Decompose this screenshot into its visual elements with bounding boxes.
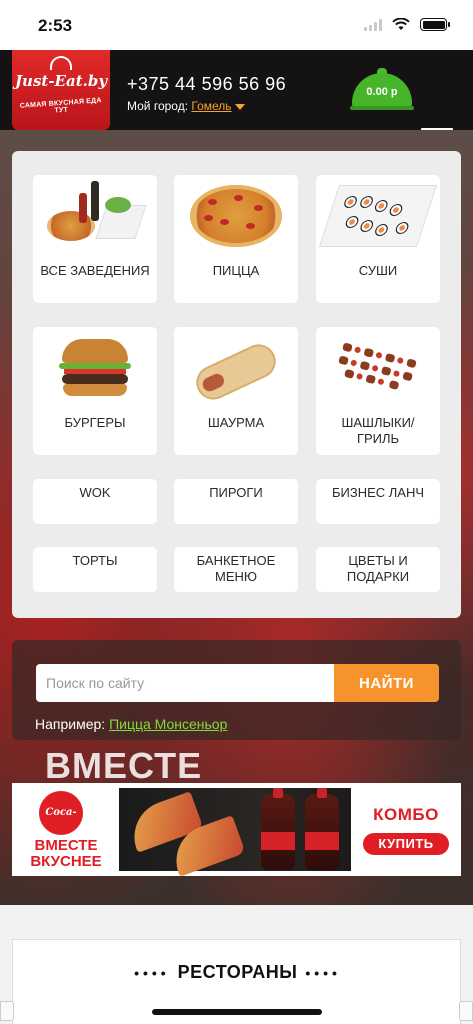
category-all[interactable]: ВСЕ ЗАВЕДЕНИЯ [33, 175, 157, 303]
cart-total: 0.00 р [366, 86, 398, 98]
banner-slogan: ВМЕСТЕ ВКУСНЕЕ [16, 838, 116, 870]
bottle-image [305, 788, 339, 870]
category-shawarma[interactable]: ШАУРМА [174, 327, 298, 455]
home-indicator[interactable] [152, 1009, 322, 1015]
restaurants-section: •••• РЕСТОРАНЫ •••• [0, 905, 473, 1024]
carousel-prev-button[interactable] [0, 1001, 14, 1021]
decorative-dots: •••• [305, 965, 341, 982]
search-button[interactable]: НАЙТИ [334, 664, 439, 702]
background-slogan: ВМЕСТЕ [45, 745, 203, 786]
banner-slogan-line1: ВМЕСТЕ [34, 837, 98, 854]
search-panel: НАЙТИ Например: Пицца Монсеньор [12, 640, 461, 740]
example-label: Например: [35, 716, 106, 732]
cart-cloche-base [350, 106, 414, 110]
example-link[interactable]: Пицца Монсеньор [109, 716, 227, 732]
banner-combo-text: КОМБО [373, 805, 439, 824]
restaurants-heading: •••• РЕСТОРАНЫ •••• [13, 962, 462, 983]
all-restaurants-icon [47, 181, 147, 243]
category-label: ТОРТЫ [72, 553, 118, 568]
logo-name: Just-Eat.by [14, 72, 108, 90]
cloche-icon [50, 56, 72, 70]
site-logo[interactable]: Just-Eat.by САМАЯ ВКУСНАЯ ЕДА ТУТ [12, 50, 110, 130]
category-label: БИЗНЕС ЛАНЧ [331, 485, 425, 500]
coca-cola-logo: Coca-Cola [39, 791, 83, 862]
phone-number[interactable]: +375 44 596 56 96 [127, 74, 286, 95]
category-sushi[interactable]: СУШИ [316, 175, 440, 303]
category-banquet[interactable]: БАНКЕТНОЕ МЕНЮ [174, 547, 298, 592]
status-icons [364, 18, 450, 31]
bottle-image [261, 788, 295, 870]
decorative-dots: •••• [134, 965, 170, 982]
banner-slogan-line2: ВКУСНЕЕ [30, 853, 102, 870]
category-label: ПИЦЦА [212, 263, 260, 278]
category-label: ШАШЛЫКИ/ ГРИЛЬ [341, 415, 415, 446]
shawarma-icon [190, 338, 282, 406]
city-selector: Мой город: Гомель [127, 99, 245, 113]
category-label: БУРГЕРЫ [64, 415, 126, 430]
category-grill[interactable]: ШАШЛЫКИ/ ГРИЛЬ [316, 327, 440, 455]
logo-tagline: САМАЯ ВКУСНАЯ ЕДА ТУТ [19, 97, 102, 115]
cart-button[interactable]: 0.00 р [350, 68, 414, 112]
sushi-icon [318, 185, 438, 247]
category-label: БАНКЕТНОЕ МЕНЮ [196, 553, 276, 584]
category-flowers-gifts[interactable]: ЦВЕТЫ И ПОДАРКИ [316, 547, 440, 592]
category-label: ЦВЕТЫ И ПОДАРКИ [346, 553, 410, 584]
category-wok[interactable]: WOK [33, 479, 157, 524]
category-cakes[interactable]: ТОРТЫ [33, 547, 157, 592]
status-time: 2:53 [38, 16, 73, 35]
category-label: ПИРОГИ [209, 485, 263, 500]
status-bar: 2:53 [0, 0, 473, 50]
grill-icon [332, 342, 424, 390]
banner-buy-button[interactable]: КУПИТЬ [363, 833, 449, 855]
category-burgers[interactable]: БУРГЕРЫ [33, 327, 157, 455]
signal-icon [364, 18, 382, 31]
category-label: ШАУРМА [207, 415, 265, 430]
category-label: ВСЕ ЗАВЕДЕНИЯ [40, 263, 150, 278]
search-example: Например: Пицца Монсеньор [35, 716, 227, 732]
category-pies[interactable]: ПИРОГИ [174, 479, 298, 524]
city-label: Мой город: [127, 99, 189, 113]
pizza-icon [190, 185, 282, 247]
restaurants-title: РЕСТОРАНЫ [177, 962, 298, 982]
burger-icon [59, 339, 131, 397]
category-label: WOK [79, 485, 111, 500]
banner-photo [119, 788, 351, 876]
city-link[interactable]: Гомель [191, 99, 231, 113]
carousel-next-button[interactable] [459, 1001, 473, 1021]
category-pizza[interactable]: ПИЦЦА [174, 175, 298, 303]
search-input[interactable] [36, 664, 336, 702]
category-panel: ВСЕ ЗАВЕДЕНИЯ ПИЦЦА СУШИ БУРГЕРЫ ШАУРМА [12, 151, 461, 618]
category-business-lunch[interactable]: БИЗНЕС ЛАНЧ [316, 479, 440, 524]
wifi-icon [392, 18, 410, 30]
category-label: СУШИ [358, 263, 398, 278]
battery-icon [420, 18, 450, 31]
promo-banner[interactable]: Coca-Cola ВМЕСТЕ ВКУСНЕЕ КОМБО КУПИТЬ [12, 783, 461, 876]
caret-down-icon[interactable] [234, 103, 245, 110]
